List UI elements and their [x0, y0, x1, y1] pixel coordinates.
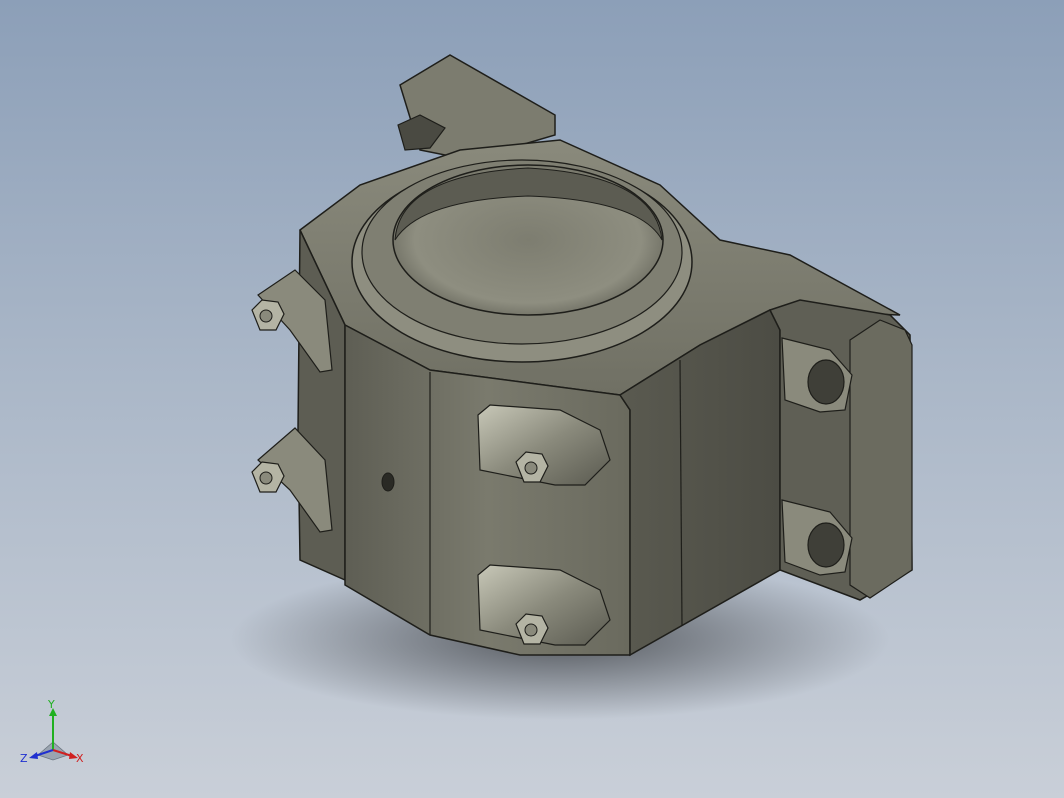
foot-hole-upper	[807, 359, 845, 405]
view-orientation-triad[interactable]: Y X Z	[18, 700, 88, 772]
hex-nut-left-lower	[251, 461, 285, 493]
right-foot-end-face	[849, 319, 913, 599]
triad-z-label: Z	[20, 752, 28, 765]
lubrication-hole	[381, 472, 395, 492]
pillow-block-housing-model[interactable]	[0, 0, 1064, 798]
triad-y-label: Y	[47, 700, 55, 711]
hex-nut-left-upper	[251, 299, 285, 331]
foot-hole-lower	[807, 522, 845, 568]
triad-z-arrow	[29, 752, 38, 759]
triad-x-label: X	[76, 752, 84, 765]
graphics-viewport[interactable]: Y X Z	[0, 0, 1064, 798]
